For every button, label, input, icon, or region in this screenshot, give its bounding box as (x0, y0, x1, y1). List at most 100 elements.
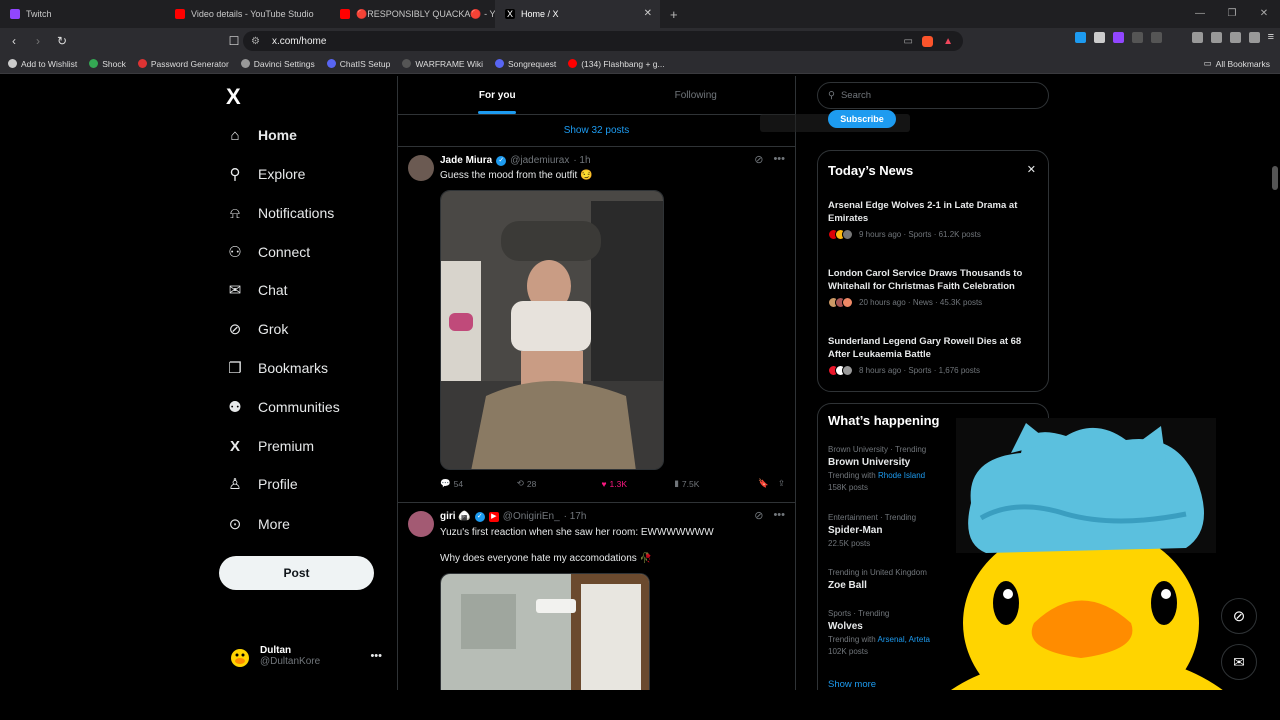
avatar[interactable] (408, 511, 434, 537)
author-handle[interactable]: @jademiurax (510, 155, 569, 166)
messages-float-button[interactable]: ✉ (1221, 644, 1257, 680)
back-button[interactable]: ‹ (4, 34, 24, 48)
author-handle[interactable]: @OnigiriEn_ (503, 511, 560, 522)
new-tab-button[interactable]: + (670, 7, 678, 22)
sidebar-item-profile[interactable]: ♙ Profile (226, 470, 297, 498)
like-button[interactable]: ♥ 1.3K (601, 479, 674, 489)
tab-for-you[interactable]: For you (398, 76, 597, 114)
subscribe-button[interactable]: Subscribe (828, 110, 896, 128)
all-bookmarks[interactable]: ▭ All Bookmarks (1204, 58, 1270, 69)
more-icon[interactable]: ••• (773, 153, 785, 166)
window-controls: — ❐ ✕ (1184, 0, 1280, 28)
search-input[interactable]: ⚲ Search (817, 82, 1049, 109)
avatar-stack (828, 297, 853, 308)
close-window-button[interactable]: ✕ (1248, 0, 1280, 28)
tweet-image[interactable] (440, 573, 650, 690)
show-new-posts[interactable]: Show 32 posts (398, 115, 795, 147)
close-icon[interactable]: ✕ (644, 8, 652, 19)
tweet-time[interactable]: · 17h (564, 511, 587, 522)
bookmark-button[interactable]: 🔖 (758, 478, 778, 489)
author-name[interactable]: giri 🍙 (440, 511, 471, 522)
reload-button[interactable]: ↻ (52, 34, 72, 48)
post-button[interactable]: Post (219, 556, 374, 590)
more-icon[interactable]: ••• (773, 509, 785, 522)
account-switcher[interactable]: Dultan @DultanKore ••• (228, 644, 388, 668)
tweet-image[interactable] (440, 190, 664, 470)
repost-icon: ⟲ (516, 478, 524, 488)
bookmark-item[interactable]: ChatIS Setup (326, 59, 390, 69)
davinci-icon (240, 59, 250, 68)
sidebar-item-notifications[interactable]: ⍾ Notifications (226, 199, 334, 227)
tab-youtube-studio[interactable]: Video details - YouTube Studio (165, 0, 330, 28)
tab-twitch[interactable]: Twitch (0, 0, 165, 28)
extension-icon[interactable] (1074, 31, 1086, 43)
minimize-button[interactable]: — (1184, 0, 1216, 28)
news-item[interactable]: London Carol Service Draws Thousands to … (828, 267, 1038, 308)
sidebar-item-grok[interactable]: ⊘ Grok (226, 315, 289, 343)
verified-badge-icon: ✓ (474, 511, 485, 522)
extension-icon[interactable] (1150, 31, 1162, 43)
bookmark-page-icon[interactable]: ☐ (224, 34, 244, 48)
bookmark-item[interactable]: Shock (89, 59, 126, 69)
show-more-link[interactable]: Show more (828, 679, 876, 690)
avatar-stack (828, 229, 853, 240)
tweet[interactable]: Jade Miura ✓ @jademiurax · 1h ⊘ ••• Guess… (398, 147, 795, 503)
bookmark-item[interactable]: Davinci Settings (240, 59, 315, 69)
sidebar-item-premium[interactable]: X Premium (226, 432, 314, 460)
vpn-icon[interactable] (1248, 31, 1260, 43)
maximize-button[interactable]: ❐ (1216, 0, 1248, 28)
sidebar-item-home[interactable]: ⌂ Home (226, 121, 296, 149)
grok-icon[interactable]: ⊘ (754, 153, 763, 166)
heart-icon: ♥ (601, 478, 607, 489)
brave-rewards-icon[interactable]: ▲ (943, 36, 953, 47)
tab-x-home[interactable]: X Home / X ✕ (495, 0, 660, 28)
bookmark-item[interactable]: WARFRAME Wiki (402, 59, 483, 69)
author-name[interactable]: Jade Miura (440, 155, 492, 166)
bookmark-item[interactable]: Add to Wishlist (8, 59, 77, 69)
menu-icon[interactable]: ≡ (1268, 31, 1274, 43)
x-logo[interactable]: X (226, 84, 241, 110)
more-icon[interactable]: ••• (370, 650, 382, 662)
reply-icon: 💬 (440, 478, 451, 488)
avatar[interactable] (408, 155, 434, 181)
extension-icon[interactable] (1112, 31, 1124, 43)
grok-icon[interactable]: ⊘ (754, 509, 763, 522)
grok-float-button[interactable]: ⊘ (1221, 598, 1257, 634)
address-bar[interactable]: ⚙ x.com/home ▭ ▲ (243, 31, 963, 51)
sidebar-icon[interactable] (1191, 31, 1203, 43)
sidebar-item-chat[interactable]: ✉ Chat (226, 276, 288, 304)
sidebar-item-communities[interactable]: ⚉ Communities (226, 393, 339, 421)
views-icon: ▮ (674, 478, 679, 488)
sidebar-item-connect[interactable]: ⚇ Connect (226, 238, 310, 266)
close-icon[interactable]: ✕ (1027, 163, 1036, 176)
bookmark-item[interactable]: (134) Flashbang + g... (568, 59, 665, 69)
duck-mascot-overlay (916, 418, 1256, 720)
news-item[interactable]: Arsenal Edge Wolves 2-1 in Late Drama at… (828, 199, 1038, 240)
site-info-icon[interactable]: ⚙ (251, 36, 260, 47)
sidebar-item-more[interactable]: ⊙ More (226, 510, 290, 538)
views-button[interactable]: ▮ 7.5K (674, 478, 758, 489)
tab-youtube[interactable]: 🔴RESPONSIBLY QUACKA🔴 - YouT (330, 0, 495, 28)
bookmark-item[interactable]: Songrequest (495, 59, 556, 69)
wallet-icon[interactable] (1210, 31, 1222, 43)
leo-icon[interactable] (1229, 31, 1241, 43)
puzzle-icon[interactable] (1131, 31, 1143, 43)
bookmark-icon: 🔖 (757, 478, 769, 488)
reply-button[interactable]: 💬 54 (440, 478, 517, 489)
tab-following[interactable]: Following (597, 76, 796, 114)
extension-icon[interactable] (1093, 31, 1105, 43)
repost-button[interactable]: ⟲ 28 (517, 478, 602, 489)
tweet[interactable]: giri 🍙 ✓ ▶ @OnigiriEn_ · 17h ⊘ ••• Yuzu's… (398, 503, 795, 690)
news-item[interactable]: Sunderland Legend Gary Rowell Dies at 68… (828, 335, 1038, 376)
share-button[interactable]: ⇪ (778, 478, 785, 489)
brave-shield-icon[interactable] (922, 35, 933, 47)
sidebar-item-bookmarks[interactable]: ❐ Bookmarks (226, 354, 328, 382)
account-name: Dultan (260, 645, 292, 656)
install-icon[interactable]: ▭ (904, 36, 913, 47)
sidebar-item-explore[interactable]: ⚲ Explore (226, 160, 306, 188)
scrollbar[interactable] (1272, 166, 1278, 190)
bookmark-item[interactable]: Password Generator (137, 59, 229, 69)
tweet-time[interactable]: · 1h (573, 155, 590, 166)
youtube-icon (568, 59, 578, 68)
forward-button[interactable]: › (28, 34, 48, 48)
